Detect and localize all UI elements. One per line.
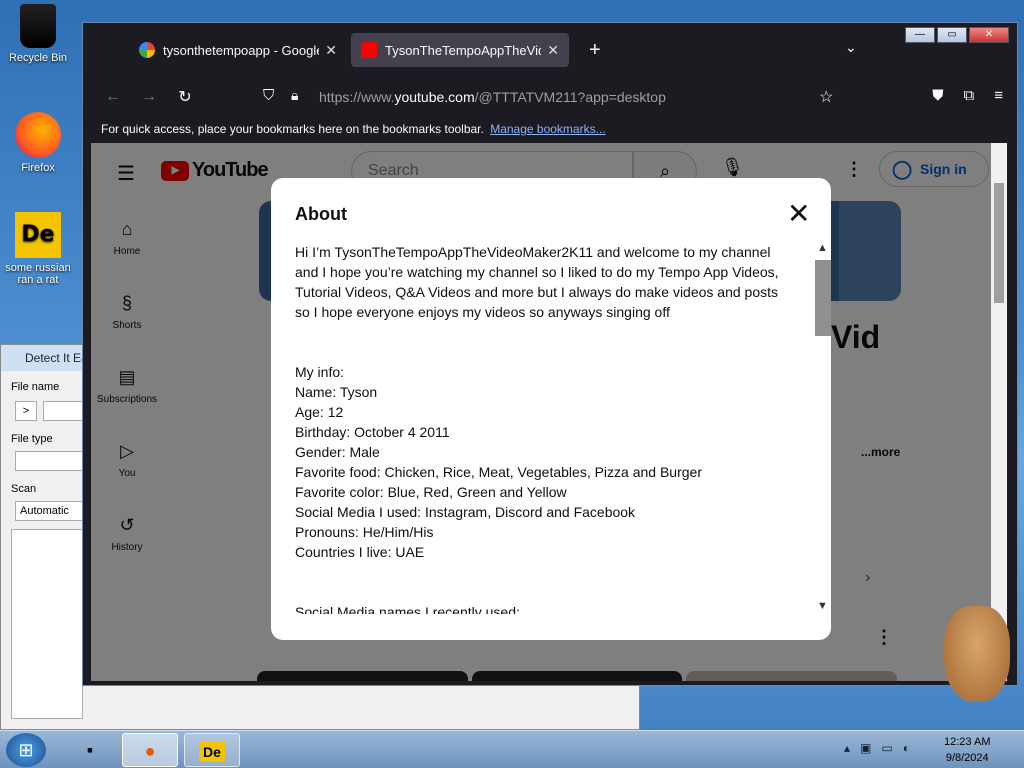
- desktop-icon-label: Firefox: [21, 162, 55, 174]
- file-name-label: File name: [11, 381, 60, 393]
- scrollbar-thumb[interactable]: [815, 260, 831, 336]
- close-tab-icon[interactable]: ✕: [325, 42, 337, 59]
- terminal-icon: ▪: [86, 740, 94, 760]
- tab-bar: tysonthetempoapp - Google Se ✕ TysonTheT…: [83, 23, 1017, 77]
- close-tab-icon[interactable]: ✕: [547, 42, 559, 59]
- start-button[interactable]: ⊞: [6, 733, 46, 767]
- tracking-protection-icon[interactable]: ⛉: [263, 87, 274, 104]
- info-line: Social Media I used: Instagram, Discord …: [295, 504, 636, 520]
- reload-icon[interactable]: ↻: [167, 87, 203, 107]
- file-type-label: File type: [11, 433, 53, 445]
- forward-icon[interactable]: →: [131, 88, 167, 106]
- show-hidden-icons-icon[interactable]: ▴: [844, 741, 850, 755]
- hamster-sticker: [944, 606, 1010, 702]
- info-line: Age: 12: [295, 404, 344, 420]
- about-intro: Hi I’m TysonTheTempoAppTheVideoMaker2K11…: [295, 244, 779, 320]
- minimize-button[interactable]: —: [905, 27, 935, 43]
- menu-icon[interactable]: ≡: [994, 87, 1003, 104]
- taskbar-app-detect-it-easy[interactable]: De: [184, 733, 240, 767]
- social-heading: Social Media names I recently used:: [295, 604, 520, 614]
- bookmarks-hint: For quick access, place your bookmarks h…: [101, 122, 484, 136]
- about-description: Hi I’m TysonTheTempoAppTheVideoMaker2K11…: [295, 242, 795, 614]
- maximize-button[interactable]: ▭: [937, 27, 967, 43]
- about-dialog: About ✕ Hi I’m TysonTheTempoAppTheVideoM…: [271, 178, 831, 640]
- youtube-icon: [361, 42, 377, 58]
- display-icon[interactable]: ▭: [881, 741, 892, 755]
- bookmark-star-icon[interactable]: ☆: [819, 87, 833, 107]
- manage-bookmarks-link[interactable]: Manage bookmarks...: [490, 122, 605, 136]
- dialog-scrollbar[interactable]: ▲ ▼: [813, 242, 831, 622]
- recycle-bin-icon: [20, 4, 56, 48]
- tab-title: tysonthetempoapp - Google Se: [163, 42, 320, 58]
- firefox-icon: [15, 112, 61, 158]
- taskbar-app-terminal[interactable]: ▪: [62, 733, 118, 767]
- extensions-icon[interactable]: ⧉: [964, 87, 975, 104]
- scan-results-area: [11, 529, 83, 719]
- detect-it-easy-icon: De: [199, 742, 225, 762]
- url-bar[interactable]: https://www.youtube.com/@TTTATVM211?app=…: [319, 89, 666, 105]
- network-icon[interactable]: ▣: [860, 741, 871, 755]
- clock-time: 12:23 AM: [944, 736, 991, 748]
- volume-icon[interactable]: ◐: [903, 741, 910, 755]
- toolbar-right: ⛊ ⧉ ≡: [932, 87, 1003, 104]
- google-icon: [139, 42, 155, 58]
- close-window-button[interactable]: ✕: [969, 27, 1009, 43]
- back-icon[interactable]: ←: [95, 88, 131, 106]
- info-line: Favorite color: Blue, Red, Green and Yel…: [295, 484, 567, 500]
- about-info-list: My info: Name: Tyson Age: 12 Birthday: O…: [295, 362, 795, 562]
- clock[interactable]: 12:23 AM 9/8/2024: [944, 734, 990, 766]
- lock-icon[interactable]: 🔒︎: [291, 87, 298, 104]
- system-tray: ▴ ▣ ▭ ◐: [844, 741, 910, 755]
- close-icon[interactable]: ✕: [787, 200, 810, 228]
- info-line: Favorite food: Chicken, Rice, Meat, Vege…: [295, 464, 702, 480]
- pocket-icon[interactable]: ⛊: [932, 87, 943, 104]
- window-controls: — ▭ ✕: [905, 27, 1009, 43]
- scroll-up-icon[interactable]: ▲: [817, 242, 828, 254]
- scan-label: Scan: [11, 483, 37, 495]
- list-all-tabs-icon[interactable]: ⌄: [845, 39, 857, 56]
- tab-title: TysonTheTempoAppTheVideoM: [385, 42, 541, 58]
- scroll-down-icon[interactable]: ▼: [817, 600, 828, 612]
- page-scrollbar[interactable]: [991, 143, 1007, 681]
- scrollbar-thumb[interactable]: [994, 183, 1004, 303]
- clock-date: 9/8/2024: [945, 752, 989, 764]
- firefox-icon: ●: [144, 741, 156, 761]
- dialog-title: About: [295, 204, 347, 224]
- file-type-select[interactable]: [15, 451, 83, 471]
- desktop-icon-label: Recycle Bin: [8, 52, 68, 64]
- detect-it-easy-icon: De: [15, 212, 61, 258]
- scan-select[interactable]: Automatic: [15, 501, 83, 521]
- info-line: Pronouns: He/Him/His: [295, 524, 434, 540]
- tab-google-search[interactable]: tysonthetempoapp - Google Se ✕: [129, 33, 347, 67]
- info-line: My info:: [295, 364, 345, 380]
- info-line: Birthday: October 4 2011: [295, 424, 450, 440]
- file-name-input[interactable]: [43, 401, 83, 421]
- tab-youtube-channel[interactable]: TysonTheTempoAppTheVideoM ✕: [351, 33, 569, 67]
- taskbar-app-firefox[interactable]: ●: [122, 733, 178, 767]
- info-line: Gender: Male: [295, 444, 380, 460]
- info-line: Name: Tyson: [295, 384, 378, 400]
- windows-logo-icon: ⊞: [18, 740, 34, 760]
- info-line: Countries I live: UAE: [295, 544, 425, 560]
- desktop-icon-firefox[interactable]: Firefox: [0, 112, 76, 174]
- desktop-icon-detect-it-easy[interactable]: De some russian ran a rat: [0, 212, 76, 286]
- browse-button[interactable]: >: [15, 401, 37, 421]
- bookmarks-toolbar: For quick access, place your bookmarks h…: [83, 117, 1017, 143]
- navigation-bar: ← → ↻ ⛉ 🔒︎ https://www.youtube.com/@TTTA…: [83, 77, 1017, 117]
- taskbar: ⊞ ▪ ● De ▴ ▣ ▭ ◐ 12:23 AM 9/8/2024: [0, 730, 1024, 768]
- new-tab-button[interactable]: +: [589, 39, 601, 62]
- desktop-icon-label: some russian ran a rat: [5, 262, 71, 286]
- desktop-icon-recycle-bin[interactable]: Recycle Bin: [0, 4, 76, 64]
